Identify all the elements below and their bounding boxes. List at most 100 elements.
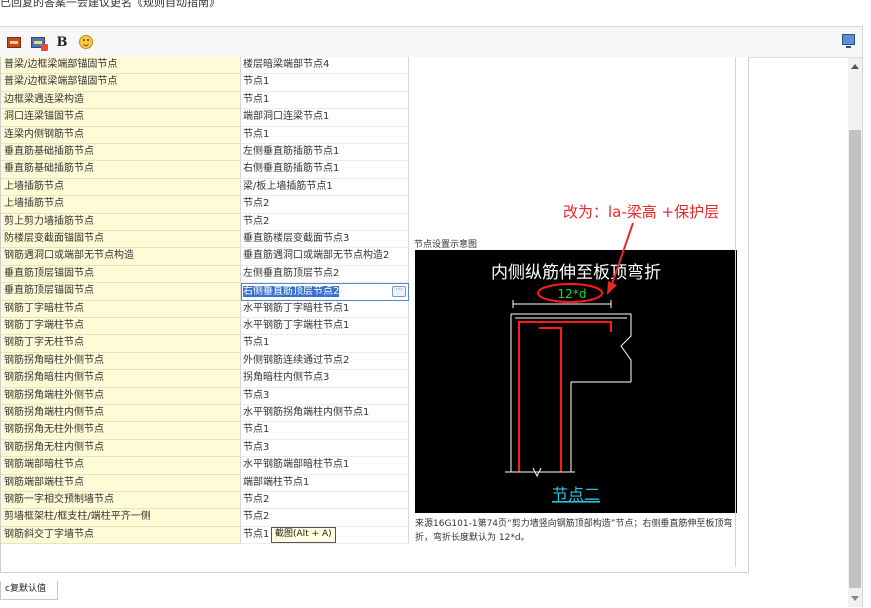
slab-top-outline [511,313,632,382]
setting-value-cell[interactable]: 梁/板上墙插筋节点1 [241,178,409,197]
setting-value-cell[interactable]: 水平钢筋端部暗柱节点1 [241,457,409,475]
setting-name-cell: 钢筋拐角暗柱内侧节点 [1,370,241,388]
setting-value-cell[interactable]: 节点3 [241,387,409,405]
setting-name-cell: 防楼层变截面锚固节点 [1,231,241,249]
setting-value-cell[interactable]: 右侧垂直筋顶层节点2 ··· [241,283,409,301]
setting-value-cell[interactable]: 端部洞口连梁节点1 [241,109,409,127]
table-row[interactable]: 上墙插筋节点 梁/板上墙插筋节点1 [1,178,409,197]
table-row[interactable]: 洞口连梁锚固节点 端部洞口连梁节点1 [1,109,409,127]
bold-icon[interactable]: B [56,35,68,50]
table-row[interactable]: 垂直筋顶层锚固节点 左侧垂直筋顶层节点2 [1,265,409,284]
setting-value-cell[interactable]: 水平钢筋丁字端柱节点1 [241,318,409,336]
setting-name-cell: 钢筋拐角无柱内侧节点 [1,439,241,458]
setting-value-cell[interactable]: 水平钢筋丁字暗柱节点1 [241,300,409,318]
table-row[interactable]: 钢筋拐角暗柱内侧节点 拐角暗柱内侧节点3 [1,370,409,388]
table-row[interactable]: 钢筋遇洞口或端部无节点构造 垂直筋遇洞口或端部无节点构造2 [1,248,409,266]
setting-name-cell: 垂直筋基础插筋节点 [1,161,241,179]
node-label: 节点二 [552,485,600,504]
inner-rebar [539,327,562,472]
setting-name-cell: 垂直筋基础插筋节点 [1,144,241,162]
setting-name-cell: 钢筋端部端柱节点 [1,474,241,492]
scroll-down-icon[interactable] [851,596,859,601]
node-diagram: 内侧纵筋伸至板顶弯折 12*d 节点二 [415,250,737,513]
editor-toolbar: B [0,27,862,58]
setting-value-cell[interactable]: 节点2 [241,213,409,231]
insert-screenshot-icon[interactable] [30,35,48,51]
setting-name-cell: 钢筋丁字暗柱节点 [1,300,241,318]
preview-title: 节点设置示意图 [414,240,478,250]
table-row[interactable]: 垂直筋基础插筋节点 左侧垂直筋插筋节点1 [1,144,409,162]
insert-image-icon[interactable] [6,35,22,49]
setting-name-cell: 钢筋一字相交预制墙节点 [1,492,241,510]
setting-value-cell[interactable]: 节点3 [241,439,409,458]
table-row[interactable]: 钢筋拐角无柱内侧节点 节点3 [1,439,409,458]
table-row[interactable]: 防楼层变截面锚固节点 垂直筋楼层变截面节点3 [1,231,409,249]
setting-value-cell[interactable]: 水平钢筋拐角端柱内侧节点1 [241,405,409,423]
setting-value-cell[interactable]: 节点1 [241,422,409,440]
setting-name-cell: 洞口连梁锚固节点 [1,109,241,127]
ellipsis-icon[interactable]: ··· [392,286,406,298]
emoji-icon[interactable] [79,35,93,49]
setting-name-cell: 钢筋拐角端柱内侧节点 [1,405,241,423]
setting-value-cell[interactable]: 节点1 [241,126,409,144]
page-scrollbar[interactable] [848,58,862,607]
setting-name-cell: 钢筋拐角暗柱外侧节点 [1,352,241,371]
fullscreen-monitor-icon[interactable] [842,34,855,48]
setting-value-cell[interactable]: 节点2 [241,492,409,510]
setting-value-cell[interactable]: 右侧垂直筋插筋节点1 [241,161,409,179]
top-note: 已回复的答案一会建议更名《规则自动指南》 [0,0,220,8]
annotation-arrow [607,222,634,295]
table-row[interactable]: 垂直筋顶层锚固节点 右侧垂直筋顶层节点2 ··· [1,283,409,301]
setting-value-cell[interactable]: 节点2 [241,509,409,527]
restore-default-tab[interactable]: c复默认值 [0,581,58,600]
setting-value-cell[interactable]: 节点1 [241,74,409,92]
setting-value-cell[interactable]: 拐角暗柱内侧节点3 [241,370,409,388]
annotation-note: 改为：la-梁高 +保护层 [563,203,720,221]
table-row[interactable]: 垂直筋基础插筋节点 右侧垂直筋插筋节点1 [1,161,409,179]
table-row[interactable]: 钢筋拐角端柱外侧节点 节点3 [1,387,409,405]
table-row[interactable]: 剪墙框架柱/框支柱/端柱平齐一侧 节点2 [1,509,409,527]
table-row[interactable]: 普梁/边框梁端部锚固节点 楼层暗梁端部节点4 [1,57,409,75]
setting-name-cell: 钢筋丁字无柱节点 [1,335,241,353]
setting-name-cell: 钢筋拐角端柱外侧节点 [1,387,241,405]
wall-inner-outline [570,381,631,472]
setting-value-cell[interactable]: 楼层暗梁端部节点4 [241,57,409,75]
node-settings-panel: 普梁/边框梁端部锚固节点 楼层暗梁端部节点4 普梁/边框梁端部锚固节点 节点1 边框梁遇… [0,57,749,573]
scroll-thumb[interactable] [849,130,861,588]
outer-rebar [518,321,612,472]
table-row[interactable]: 钢筋拐角暗柱外侧节点 外侧钢筋连续通过节点2 [1,352,409,371]
selected-value-text[interactable]: 右侧垂直筋顶层节点2 [243,286,340,298]
setting-name-cell: 钢筋端部暗柱节点 [1,457,241,475]
setting-value-cell[interactable]: 左侧垂直筋插筋节点1 [241,144,409,162]
setting-value-cell[interactable]: 节点2 [241,196,409,214]
setting-value-cell[interactable]: 节点1 [241,91,409,110]
table-row[interactable]: 钢筋一字相交预制墙节点 节点2 [1,492,409,510]
table-row[interactable]: 上墙插筋节点 节点2 [1,196,409,214]
setting-value-cell[interactable]: 左侧垂直筋顶层节点2 [241,265,409,284]
table-row[interactable]: 钢筋斜交丁字墙节点 节点1 [1,526,409,545]
setting-value-cell[interactable]: 垂直筋楼层变截面节点3 [241,231,409,249]
table-row[interactable]: 钢筋丁字端柱节点 水平钢筋丁字端柱节点1 [1,318,409,336]
node-settings-grid: 普梁/边框梁端部锚固节点 楼层暗梁端部节点4 普梁/边框梁端部锚固节点 节点1 边框梁遇… [1,57,409,563]
table-row[interactable]: 连梁内侧钢筋节点 节点1 [1,126,409,144]
table-row[interactable]: 钢筋端部端柱节点 端部端柱节点1 [1,474,409,492]
table-row[interactable]: 钢筋丁字暗柱节点 水平钢筋丁字暗柱节点1 [1,300,409,318]
table-row[interactable]: 钢筋端部暗柱节点 水平钢筋端部暗柱节点1 [1,457,409,475]
scroll-up-icon[interactable] [851,64,859,69]
setting-name-cell: 上墙插筋节点 [1,196,241,214]
table-row[interactable]: 剪上剪力墙插筋节点 节点2 [1,213,409,231]
setting-value-cell[interactable]: 垂直筋遇洞口或端部无节点构造2 [241,248,409,266]
editor-frame: B 普梁/边框梁端部锚固节点 楼层暗梁端部节点4 普梁/边框梁端部锚固节点 节点1 边框… [0,26,863,608]
dimension-label: 12*d [558,287,587,301]
table-row[interactable]: 钢筋拐角端柱内侧节点 水平钢筋拐角端柱内侧节点1 [1,405,409,423]
setting-name-cell: 钢筋遇洞口或端部无节点构造 [1,248,241,266]
table-row[interactable]: 普梁/边框梁端部锚固节点 节点1 [1,74,409,92]
setting-value-cell[interactable]: 节点1 [241,335,409,353]
diagram-caption: 来源16G101-1第74页“剪力墙竖向钢筋顶部构造”节点；右侧垂直筋伸至板顶弯… [415,519,733,543]
setting-value-cell[interactable]: 端部端柱节点1 [241,474,409,492]
setting-value-cell[interactable]: 外侧钢筋连续通过节点2 [241,352,409,371]
arrow-head [607,281,617,295]
table-row[interactable]: 边框梁遇连梁构造 节点1 [1,91,409,110]
table-row[interactable]: 钢筋丁字无柱节点 节点1 [1,335,409,353]
table-row[interactable]: 钢筋拐角无柱外侧节点 节点1 [1,422,409,440]
